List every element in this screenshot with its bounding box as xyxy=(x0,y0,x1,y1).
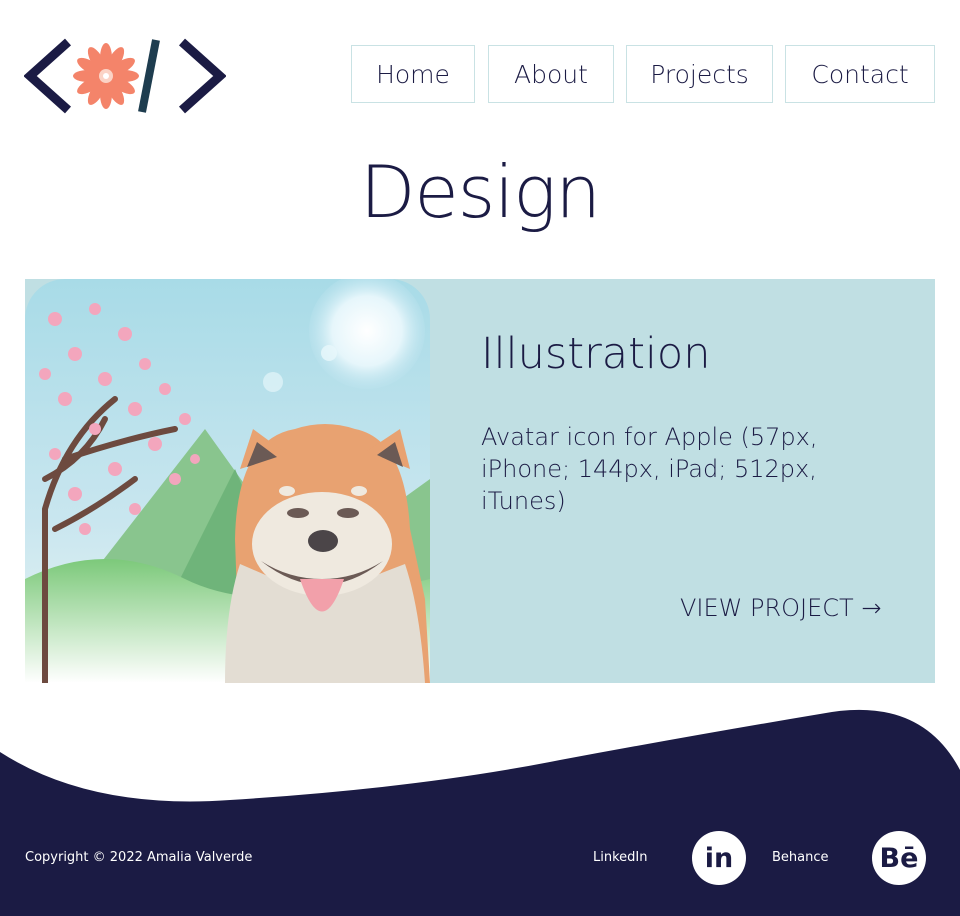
shiba-illustration-image xyxy=(25,279,430,683)
nav-contact-label: Contact xyxy=(811,59,909,89)
behance-icon[interactable]: Bē xyxy=(872,831,926,885)
nav-contact[interactable]: Contact xyxy=(785,45,935,103)
site-logo[interactable] xyxy=(23,36,227,116)
project-title: Illustration xyxy=(481,329,711,379)
view-project-link[interactable]: VIEW PROJECT → xyxy=(680,594,881,622)
project-description: Avatar icon for Apple (57px, iPhone; 144… xyxy=(481,423,818,515)
nav-home[interactable]: Home xyxy=(351,45,475,103)
code-flower-logo-icon xyxy=(23,38,227,114)
nav-about[interactable]: About xyxy=(488,45,614,103)
nav-about-label: About xyxy=(514,59,588,89)
project-card: Illustration Avatar icon for Apple (57px… xyxy=(25,279,935,683)
project-image xyxy=(25,279,430,683)
nav-projects[interactable]: Projects xyxy=(626,45,773,103)
behance-link[interactable]: Behance xyxy=(772,850,829,865)
nav-projects-label: Projects xyxy=(650,59,749,89)
linkedin-icon-glyph: in xyxy=(704,842,734,874)
linkedin-icon[interactable]: in xyxy=(692,831,746,885)
linkedin-link[interactable]: LinkedIn xyxy=(593,850,647,865)
nav-home-label: Home xyxy=(376,59,450,89)
copyright-text: Copyright © 2022 Amalia Valverde xyxy=(25,850,253,865)
behance-icon-glyph: Bē xyxy=(879,842,919,874)
page-title: Design xyxy=(359,150,601,234)
footer-background xyxy=(0,709,960,916)
